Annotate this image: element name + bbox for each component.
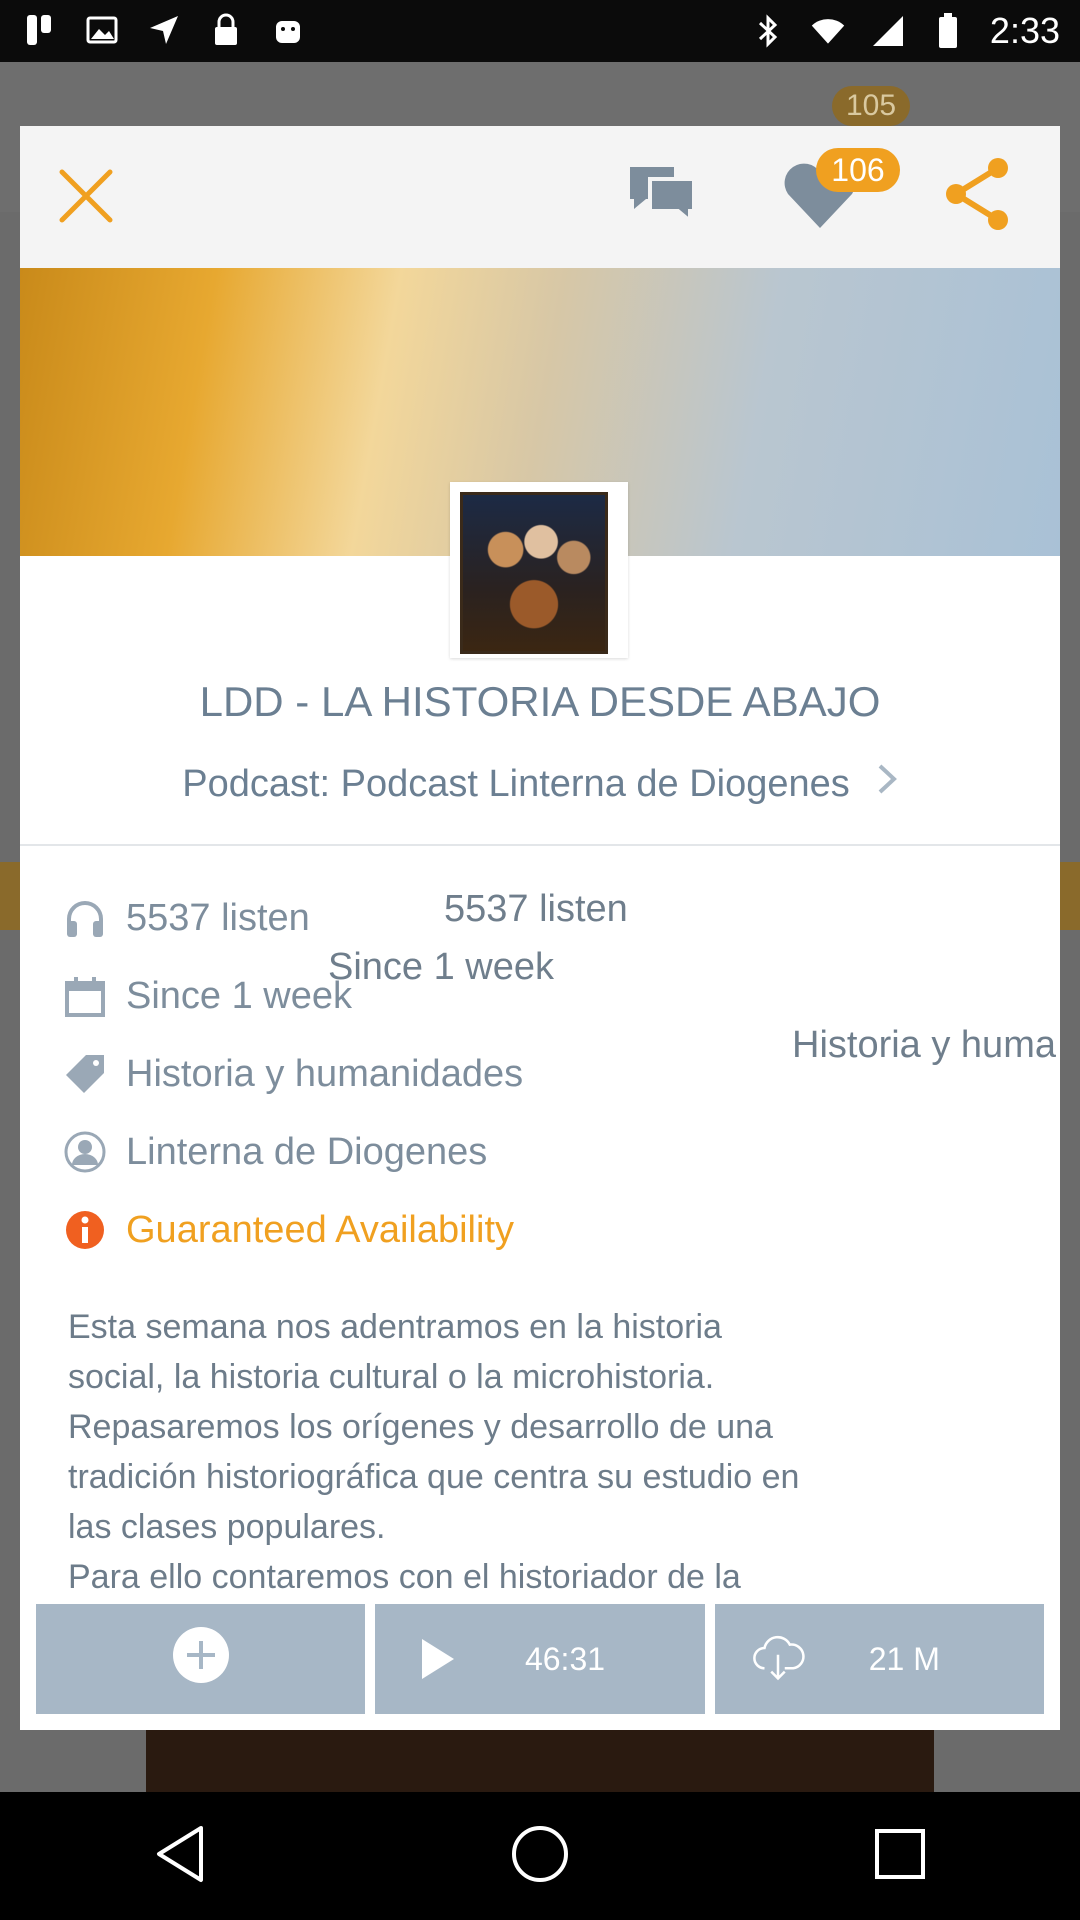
headphones-icon bbox=[62, 895, 108, 941]
status-time: 2:33 bbox=[989, 10, 1060, 51]
episode-description: Esta semana nos adentramos en la histori… bbox=[68, 1302, 1012, 1594]
episode-thumbnail bbox=[450, 482, 628, 658]
tag-icon bbox=[62, 1051, 108, 1097]
description-line: Para ello contaremos con el historiador … bbox=[68, 1558, 741, 1594]
description-line: Esta semana nos adentramos en la histori… bbox=[68, 1308, 722, 1346]
description-line: tradición historiográfica que centra su … bbox=[68, 1458, 800, 1496]
category-row: Historia y humanidades bbox=[62, 1046, 523, 1102]
status-bar: 2:33 bbox=[0, 0, 1080, 62]
listens-row: 5537 listen bbox=[62, 890, 310, 946]
listens-text: 5537 listen bbox=[126, 896, 310, 939]
podcast-link[interactable]: Podcast: Podcast Linterna de Diogenes bbox=[20, 762, 1060, 806]
share-button[interactable] bbox=[940, 156, 1016, 236]
lock-icon bbox=[208, 12, 244, 48]
info-icon bbox=[62, 1207, 108, 1253]
episode-title: LDD - LA HISTORIA DESDE ABAJO bbox=[199, 678, 881, 725]
fake-gps-icon bbox=[146, 12, 182, 48]
since-text: Since 1 week bbox=[126, 974, 353, 1017]
bluetooth-icon bbox=[750, 13, 786, 49]
close-button[interactable] bbox=[54, 166, 118, 230]
home-icon bbox=[510, 1824, 570, 1889]
likes-count-badge: 106 bbox=[816, 148, 900, 192]
category-text: Historia y humanidades bbox=[126, 1052, 524, 1095]
file-size-label: 21 M bbox=[868, 1640, 940, 1677]
since-row: Since 1 week bbox=[62, 968, 352, 1024]
back-icon bbox=[153, 1824, 207, 1889]
back-button[interactable] bbox=[135, 1811, 225, 1901]
play-button[interactable]: 46:31 bbox=[375, 1604, 705, 1714]
episode-artwork-image bbox=[460, 492, 608, 654]
podcast-label: Podcast: Podcast Linterna de Diogenes bbox=[182, 763, 850, 805]
availability-row: Guaranteed Availability bbox=[62, 1202, 514, 1258]
image-notification-icon bbox=[84, 12, 120, 48]
description-line: Repasaremos los orígenes y desarrollo de… bbox=[68, 1408, 773, 1446]
chat-icon bbox=[626, 163, 698, 232]
add-circle-icon bbox=[171, 1625, 231, 1693]
battery-icon bbox=[930, 13, 966, 49]
comments-button[interactable] bbox=[624, 162, 700, 232]
user-icon bbox=[62, 1129, 108, 1175]
background-likes-badge: 105 bbox=[832, 86, 911, 126]
episode-detail-dialog: 106 LDD - LA HISTORIA DESDE ABAJO Podcas… bbox=[20, 126, 1060, 1730]
calendar-icon bbox=[62, 973, 108, 1019]
chevron-right-icon bbox=[876, 762, 898, 806]
ghost-category-text: Historia y huma bbox=[792, 1024, 1056, 1066]
home-button[interactable] bbox=[495, 1811, 585, 1901]
dialog-header bbox=[20, 126, 1060, 268]
ghost-listens-text: 5537 listen bbox=[444, 888, 628, 930]
download-button[interactable]: 21 M bbox=[714, 1604, 1044, 1714]
android-icon bbox=[270, 12, 306, 48]
author-row: Linterna de Diogenes bbox=[62, 1124, 487, 1180]
recents-icon bbox=[873, 1827, 927, 1886]
availability-text: Guaranteed Availability bbox=[126, 1208, 514, 1251]
signal-icon bbox=[870, 13, 906, 49]
wifi-icon bbox=[810, 13, 846, 49]
recents-button[interactable] bbox=[855, 1811, 945, 1901]
ghost-since-text: Since 1 week bbox=[328, 946, 555, 988]
navigation-bar bbox=[0, 1792, 1080, 1920]
description-line: las clases populares. bbox=[68, 1508, 386, 1546]
action-bar: 46:31 21 M bbox=[36, 1604, 1044, 1714]
add-button[interactable] bbox=[36, 1604, 366, 1714]
author-text: Linterna de Diogenes bbox=[126, 1130, 488, 1173]
divider bbox=[20, 844, 1060, 846]
duration-label: 46:31 bbox=[524, 1640, 606, 1677]
share-icon bbox=[942, 156, 1014, 237]
app-notification-icon bbox=[22, 12, 58, 48]
close-icon bbox=[56, 166, 116, 231]
description-line: social, la historia cultural o la microh… bbox=[68, 1358, 715, 1396]
